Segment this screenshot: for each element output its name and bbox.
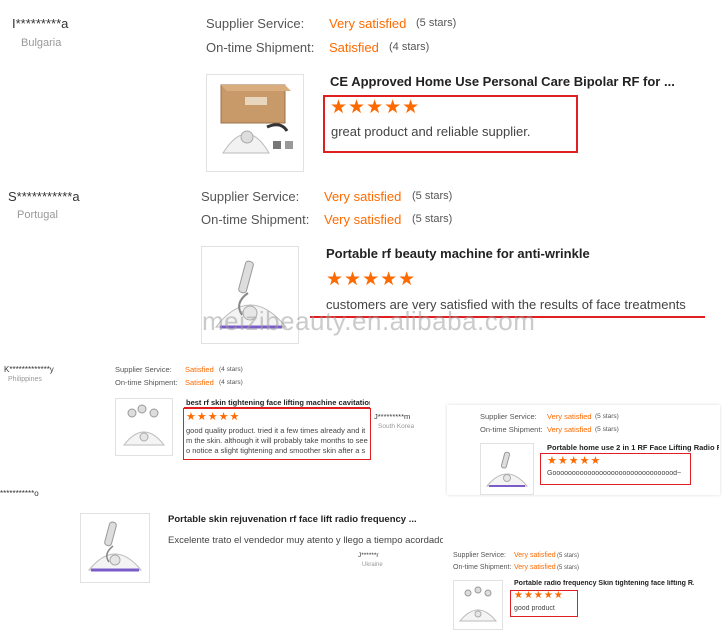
product-image[interactable] (206, 74, 304, 172)
supplier-service-stars: (4 stars) (219, 366, 243, 373)
product-title[interactable]: best rf skin tightening face lifting mac… (186, 398, 370, 407)
supplier-service-value: Very satisfied (329, 16, 407, 31)
review-comment: good product (514, 605, 555, 612)
supplier-service-stars: (5 stars) (412, 190, 453, 202)
product-title[interactable]: Portable home use 2 in 1 RF Face Lifting… (547, 443, 719, 452)
watermark: meizibeauty.en.alibaba.com (202, 306, 536, 336)
rf-device-product-image (458, 586, 498, 622)
supplier-service-label: Supplier Service: (201, 189, 300, 204)
product-image[interactable] (480, 443, 534, 495)
review-comment-line: m the skin. although it will probably ta… (186, 436, 368, 445)
shipment-stars: (4 stars) (219, 379, 243, 386)
product-image[interactable] (453, 580, 503, 630)
shipment-value: Satisfied (329, 40, 379, 55)
shipment-value: Satisfied (185, 378, 214, 387)
star-rating: ★★★★★ (514, 590, 564, 601)
buyer-country: Philippines (8, 376, 42, 383)
supplier-service-value: Very satisfied (324, 189, 402, 204)
shipment-label: On-time Shipment: (115, 378, 178, 387)
supplier-service-label: Supplier Service: (453, 552, 506, 559)
shipment-value: Very satisfied (514, 564, 556, 571)
shipment-label: On-time Shipment: (201, 212, 310, 227)
shipment-label: On-time Shipment: (480, 425, 543, 434)
shipment-label: On-time Shipment: (453, 564, 512, 571)
shipment-stars: (4 stars) (389, 41, 430, 53)
buyer-name: K*************y (4, 365, 54, 374)
supplier-service-value: Very satisfied (547, 412, 592, 421)
supplier-service-value: Very satisfied (514, 552, 556, 559)
star-rating: ★★★★★ (330, 97, 421, 118)
review-comment-line: good quality product. tried it a few tim… (186, 426, 366, 435)
rf-device-product-image (122, 404, 166, 446)
shipment-stars: (5 stars) (557, 565, 580, 571)
shipment-value: Very satisfied (547, 425, 592, 434)
rf-device-product-image (87, 521, 143, 572)
buyer-name: I*********a (12, 16, 69, 31)
supplier-service-label: Supplier Service: (480, 412, 537, 421)
buyer-country: South Korea (378, 423, 415, 430)
supplier-service-stars: (5 stars) (416, 17, 457, 29)
product-title[interactable]: Portable radio frequency Skin tightening… (514, 580, 694, 587)
review-comment: Excelente trato el vendedor muy atento y… (168, 535, 443, 546)
supplier-service-value: Satisfied (185, 365, 214, 374)
shipment-value: Very satisfied (324, 212, 402, 227)
supplier-service-label: Supplier Service: (115, 365, 172, 374)
star-rating: ★★★★★ (547, 455, 602, 467)
product-title[interactable]: Portable rf beauty machine for anti-wrin… (326, 246, 706, 261)
supplier-service-stars: (5 stars) (557, 553, 580, 559)
buyer-country: Ukraine (362, 562, 383, 568)
product-title[interactable]: Portable skin rejuvenation rf face lift … (168, 514, 428, 525)
product-title[interactable]: CE Approved Home Use Personal Care Bipol… (330, 74, 710, 89)
buyer-name: J*********m (374, 412, 411, 421)
shipment-stars: (5 stars) (412, 213, 453, 225)
buyer-name: S***********a (8, 189, 80, 204)
rf-device-product-image (220, 84, 293, 154)
buyer-country: Portugal (17, 209, 58, 221)
product-image[interactable] (80, 513, 150, 583)
review-comment: Goooooooooooooooooooooooooooooood~ (547, 470, 682, 477)
star-rating: ★★★★★ (326, 269, 417, 290)
rf-device-product-image (485, 451, 529, 487)
star-rating: ★★★★★ (186, 411, 241, 423)
product-image[interactable] (115, 398, 173, 456)
shipment-stars: (5 stars) (595, 426, 619, 433)
supplier-service-stars: (5 stars) (595, 413, 619, 420)
review-comment: great product and reliable supplier. (331, 124, 531, 139)
supplier-service-label: Supplier Service: (206, 16, 305, 31)
buyer-country: Bulgaria (21, 37, 62, 49)
shipment-label: On-time Shipment: (206, 40, 315, 55)
buyer-name: J******r (358, 552, 379, 559)
review-comment-line: o notice a slight tightening and smoothe… (186, 446, 366, 455)
buyer-name: ***********o (0, 489, 39, 498)
